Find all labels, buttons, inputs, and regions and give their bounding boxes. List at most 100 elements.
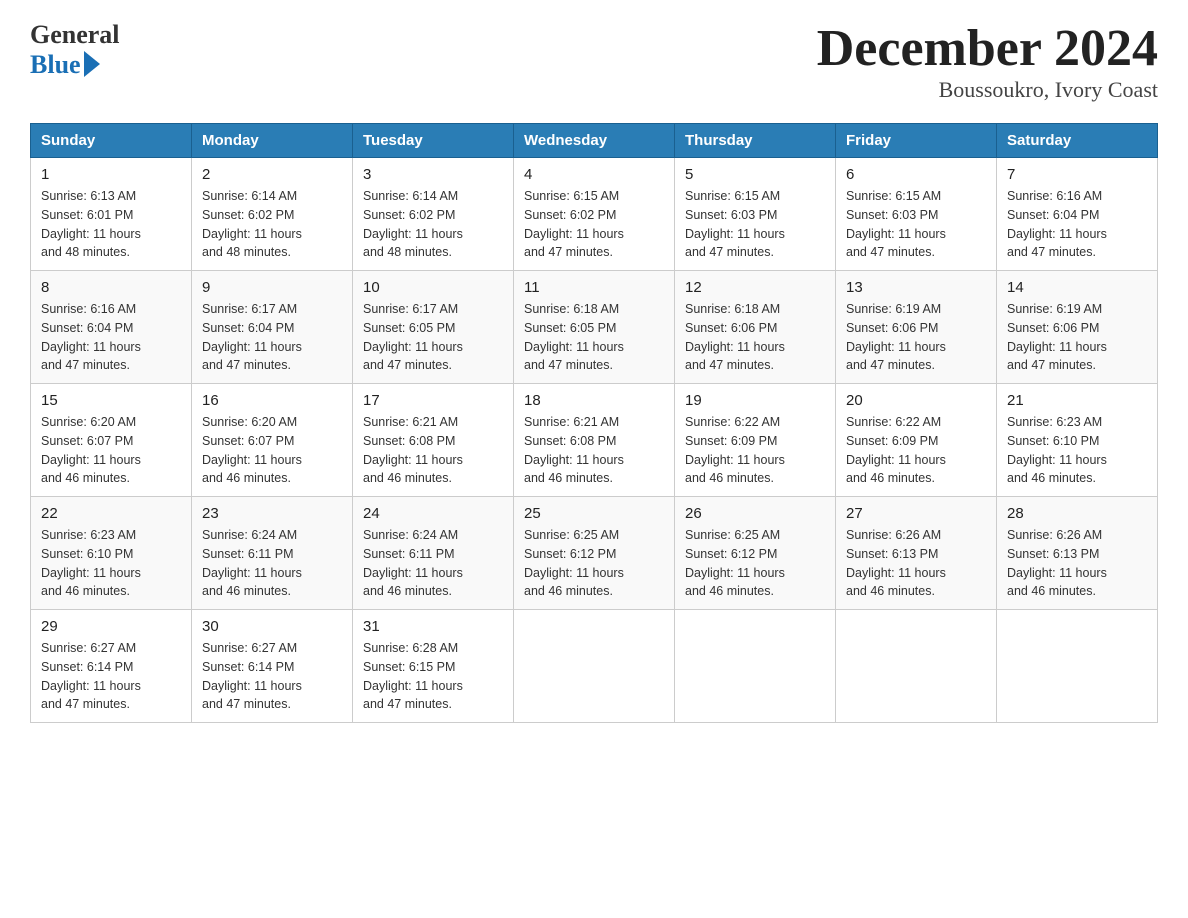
- month-title: December 2024: [817, 20, 1158, 77]
- day-cell: 14 Sunrise: 6:19 AMSunset: 6:06 PMDaylig…: [997, 271, 1158, 384]
- day-info: Sunrise: 6:25 AMSunset: 6:12 PMDaylight:…: [524, 526, 664, 601]
- day-info: Sunrise: 6:27 AMSunset: 6:14 PMDaylight:…: [202, 639, 342, 714]
- day-number: 29: [41, 618, 181, 635]
- day-cell: 25 Sunrise: 6:25 AMSunset: 6:12 PMDaylig…: [514, 497, 675, 610]
- day-number: 27: [846, 505, 986, 522]
- week-row-3: 15 Sunrise: 6:20 AMSunset: 6:07 PMDaylig…: [31, 384, 1158, 497]
- day-info: Sunrise: 6:18 AMSunset: 6:05 PMDaylight:…: [524, 300, 664, 375]
- day-info: Sunrise: 6:20 AMSunset: 6:07 PMDaylight:…: [41, 413, 181, 488]
- day-number: 15: [41, 392, 181, 409]
- day-number: 20: [846, 392, 986, 409]
- day-info: Sunrise: 6:15 AMSunset: 6:02 PMDaylight:…: [524, 187, 664, 262]
- col-header-friday: Friday: [836, 124, 997, 158]
- day-cell: 18 Sunrise: 6:21 AMSunset: 6:08 PMDaylig…: [514, 384, 675, 497]
- logo-general-text: General: [30, 20, 120, 50]
- logo-word: General Blue: [30, 20, 120, 80]
- day-number: 26: [685, 505, 825, 522]
- col-header-tuesday: Tuesday: [353, 124, 514, 158]
- day-number: 9: [202, 279, 342, 296]
- day-cell: 5 Sunrise: 6:15 AMSunset: 6:03 PMDayligh…: [675, 158, 836, 271]
- day-info: Sunrise: 6:15 AMSunset: 6:03 PMDaylight:…: [685, 187, 825, 262]
- day-info: Sunrise: 6:19 AMSunset: 6:06 PMDaylight:…: [1007, 300, 1147, 375]
- day-number: 16: [202, 392, 342, 409]
- day-cell: 12 Sunrise: 6:18 AMSunset: 6:06 PMDaylig…: [675, 271, 836, 384]
- day-number: 3: [363, 166, 503, 183]
- day-cell: 17 Sunrise: 6:21 AMSunset: 6:08 PMDaylig…: [353, 384, 514, 497]
- col-header-monday: Monday: [192, 124, 353, 158]
- day-info: Sunrise: 6:24 AMSunset: 6:11 PMDaylight:…: [363, 526, 503, 601]
- day-cell: 1 Sunrise: 6:13 AMSunset: 6:01 PMDayligh…: [31, 158, 192, 271]
- page-header: General Blue December 2024 Boussoukro, I…: [30, 20, 1158, 103]
- day-number: 28: [1007, 505, 1147, 522]
- day-info: Sunrise: 6:26 AMSunset: 6:13 PMDaylight:…: [1007, 526, 1147, 601]
- day-number: 8: [41, 279, 181, 296]
- day-cell: 13 Sunrise: 6:19 AMSunset: 6:06 PMDaylig…: [836, 271, 997, 384]
- col-header-wednesday: Wednesday: [514, 124, 675, 158]
- day-number: 11: [524, 279, 664, 296]
- day-cell: 27 Sunrise: 6:26 AMSunset: 6:13 PMDaylig…: [836, 497, 997, 610]
- day-number: 7: [1007, 166, 1147, 183]
- day-number: 5: [685, 166, 825, 183]
- day-cell: 31 Sunrise: 6:28 AMSunset: 6:15 PMDaylig…: [353, 610, 514, 723]
- day-number: 31: [363, 618, 503, 635]
- day-cell: 26 Sunrise: 6:25 AMSunset: 6:12 PMDaylig…: [675, 497, 836, 610]
- day-number: 30: [202, 618, 342, 635]
- day-number: 2: [202, 166, 342, 183]
- day-info: Sunrise: 6:14 AMSunset: 6:02 PMDaylight:…: [202, 187, 342, 262]
- day-info: Sunrise: 6:26 AMSunset: 6:13 PMDaylight:…: [846, 526, 986, 601]
- day-info: Sunrise: 6:21 AMSunset: 6:08 PMDaylight:…: [363, 413, 503, 488]
- day-cell: 9 Sunrise: 6:17 AMSunset: 6:04 PMDayligh…: [192, 271, 353, 384]
- day-cell: 16 Sunrise: 6:20 AMSunset: 6:07 PMDaylig…: [192, 384, 353, 497]
- logo-blue-text: Blue: [30, 50, 81, 80]
- day-cell: [997, 610, 1158, 723]
- day-cell: 8 Sunrise: 6:16 AMSunset: 6:04 PMDayligh…: [31, 271, 192, 384]
- day-cell: 10 Sunrise: 6:17 AMSunset: 6:05 PMDaylig…: [353, 271, 514, 384]
- logo: General Blue: [30, 20, 120, 80]
- day-info: Sunrise: 6:23 AMSunset: 6:10 PMDaylight:…: [1007, 413, 1147, 488]
- day-info: Sunrise: 6:21 AMSunset: 6:08 PMDaylight:…: [524, 413, 664, 488]
- day-number: 23: [202, 505, 342, 522]
- day-info: Sunrise: 6:16 AMSunset: 6:04 PMDaylight:…: [41, 300, 181, 375]
- day-info: Sunrise: 6:18 AMSunset: 6:06 PMDaylight:…: [685, 300, 825, 375]
- day-number: 1: [41, 166, 181, 183]
- day-info: Sunrise: 6:17 AMSunset: 6:04 PMDaylight:…: [202, 300, 342, 375]
- day-number: 22: [41, 505, 181, 522]
- day-info: Sunrise: 6:28 AMSunset: 6:15 PMDaylight:…: [363, 639, 503, 714]
- day-info: Sunrise: 6:19 AMSunset: 6:06 PMDaylight:…: [846, 300, 986, 375]
- day-cell: 19 Sunrise: 6:22 AMSunset: 6:09 PMDaylig…: [675, 384, 836, 497]
- day-number: 17: [363, 392, 503, 409]
- title-area: December 2024 Boussoukro, Ivory Coast: [817, 20, 1158, 103]
- day-cell: [836, 610, 997, 723]
- day-number: 10: [363, 279, 503, 296]
- day-number: 14: [1007, 279, 1147, 296]
- day-info: Sunrise: 6:13 AMSunset: 6:01 PMDaylight:…: [41, 187, 181, 262]
- day-cell: 15 Sunrise: 6:20 AMSunset: 6:07 PMDaylig…: [31, 384, 192, 497]
- col-header-saturday: Saturday: [997, 124, 1158, 158]
- day-cell: 22 Sunrise: 6:23 AMSunset: 6:10 PMDaylig…: [31, 497, 192, 610]
- day-cell: 21 Sunrise: 6:23 AMSunset: 6:10 PMDaylig…: [997, 384, 1158, 497]
- day-number: 18: [524, 392, 664, 409]
- day-info: Sunrise: 6:27 AMSunset: 6:14 PMDaylight:…: [41, 639, 181, 714]
- week-row-2: 8 Sunrise: 6:16 AMSunset: 6:04 PMDayligh…: [31, 271, 1158, 384]
- day-cell: 11 Sunrise: 6:18 AMSunset: 6:05 PMDaylig…: [514, 271, 675, 384]
- day-cell: 7 Sunrise: 6:16 AMSunset: 6:04 PMDayligh…: [997, 158, 1158, 271]
- day-number: 4: [524, 166, 664, 183]
- day-number: 12: [685, 279, 825, 296]
- day-info: Sunrise: 6:15 AMSunset: 6:03 PMDaylight:…: [846, 187, 986, 262]
- day-info: Sunrise: 6:14 AMSunset: 6:02 PMDaylight:…: [363, 187, 503, 262]
- day-cell: 3 Sunrise: 6:14 AMSunset: 6:02 PMDayligh…: [353, 158, 514, 271]
- day-cell: 28 Sunrise: 6:26 AMSunset: 6:13 PMDaylig…: [997, 497, 1158, 610]
- day-cell: 30 Sunrise: 6:27 AMSunset: 6:14 PMDaylig…: [192, 610, 353, 723]
- day-cell: 2 Sunrise: 6:14 AMSunset: 6:02 PMDayligh…: [192, 158, 353, 271]
- calendar-table: SundayMondayTuesdayWednesdayThursdayFrid…: [30, 123, 1158, 723]
- day-number: 21: [1007, 392, 1147, 409]
- day-cell: 29 Sunrise: 6:27 AMSunset: 6:14 PMDaylig…: [31, 610, 192, 723]
- day-info: Sunrise: 6:20 AMSunset: 6:07 PMDaylight:…: [202, 413, 342, 488]
- day-cell: [514, 610, 675, 723]
- location-subtitle: Boussoukro, Ivory Coast: [817, 77, 1158, 103]
- day-cell: 4 Sunrise: 6:15 AMSunset: 6:02 PMDayligh…: [514, 158, 675, 271]
- day-info: Sunrise: 6:16 AMSunset: 6:04 PMDaylight:…: [1007, 187, 1147, 262]
- week-row-1: 1 Sunrise: 6:13 AMSunset: 6:01 PMDayligh…: [31, 158, 1158, 271]
- calendar-header-row: SundayMondayTuesdayWednesdayThursdayFrid…: [31, 124, 1158, 158]
- day-cell: 20 Sunrise: 6:22 AMSunset: 6:09 PMDaylig…: [836, 384, 997, 497]
